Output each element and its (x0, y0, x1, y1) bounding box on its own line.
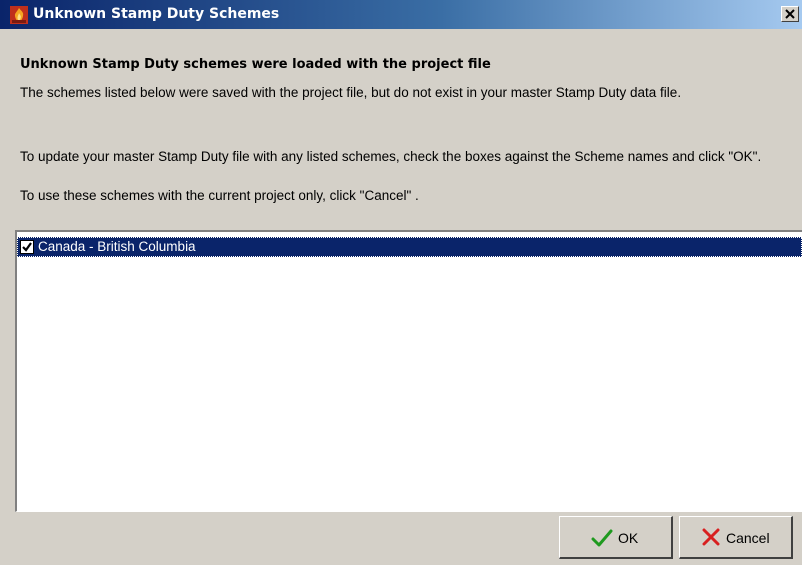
cancel-instruction-text: To use these schemes with the current pr… (20, 188, 419, 203)
ok-label: OK (618, 530, 639, 546)
dialog-heading: Unknown Stamp Duty schemes were loaded w… (20, 57, 491, 72)
scheme-checkbox[interactable] (20, 240, 34, 254)
app-flame-icon (10, 6, 28, 24)
close-icon (785, 9, 795, 19)
scheme-list[interactable]: Canada - British Columbia (15, 230, 802, 512)
title-bar[interactable]: Unknown Stamp Duty Schemes (0, 0, 802, 29)
ok-button[interactable]: OK (559, 516, 673, 559)
x-icon (702, 528, 720, 549)
dialog-window: Unknown Stamp Duty Schemes Unknown Stamp… (0, 0, 802, 565)
instruction-text: To update your master Stamp Duty file wi… (20, 149, 762, 164)
close-button[interactable] (781, 6, 799, 22)
scheme-label: Canada - British Columbia (38, 239, 196, 254)
cancel-label: Cancel (726, 530, 770, 546)
checkmark-icon (591, 528, 613, 551)
description-text: The schemes listed below were saved with… (20, 85, 682, 100)
checkmark-icon (22, 242, 32, 252)
cancel-button[interactable]: Cancel (679, 516, 793, 559)
list-item-canada-british-columbia[interactable]: Canada - British Columbia (17, 237, 802, 257)
window-title: Unknown Stamp Duty Schemes (33, 6, 280, 22)
